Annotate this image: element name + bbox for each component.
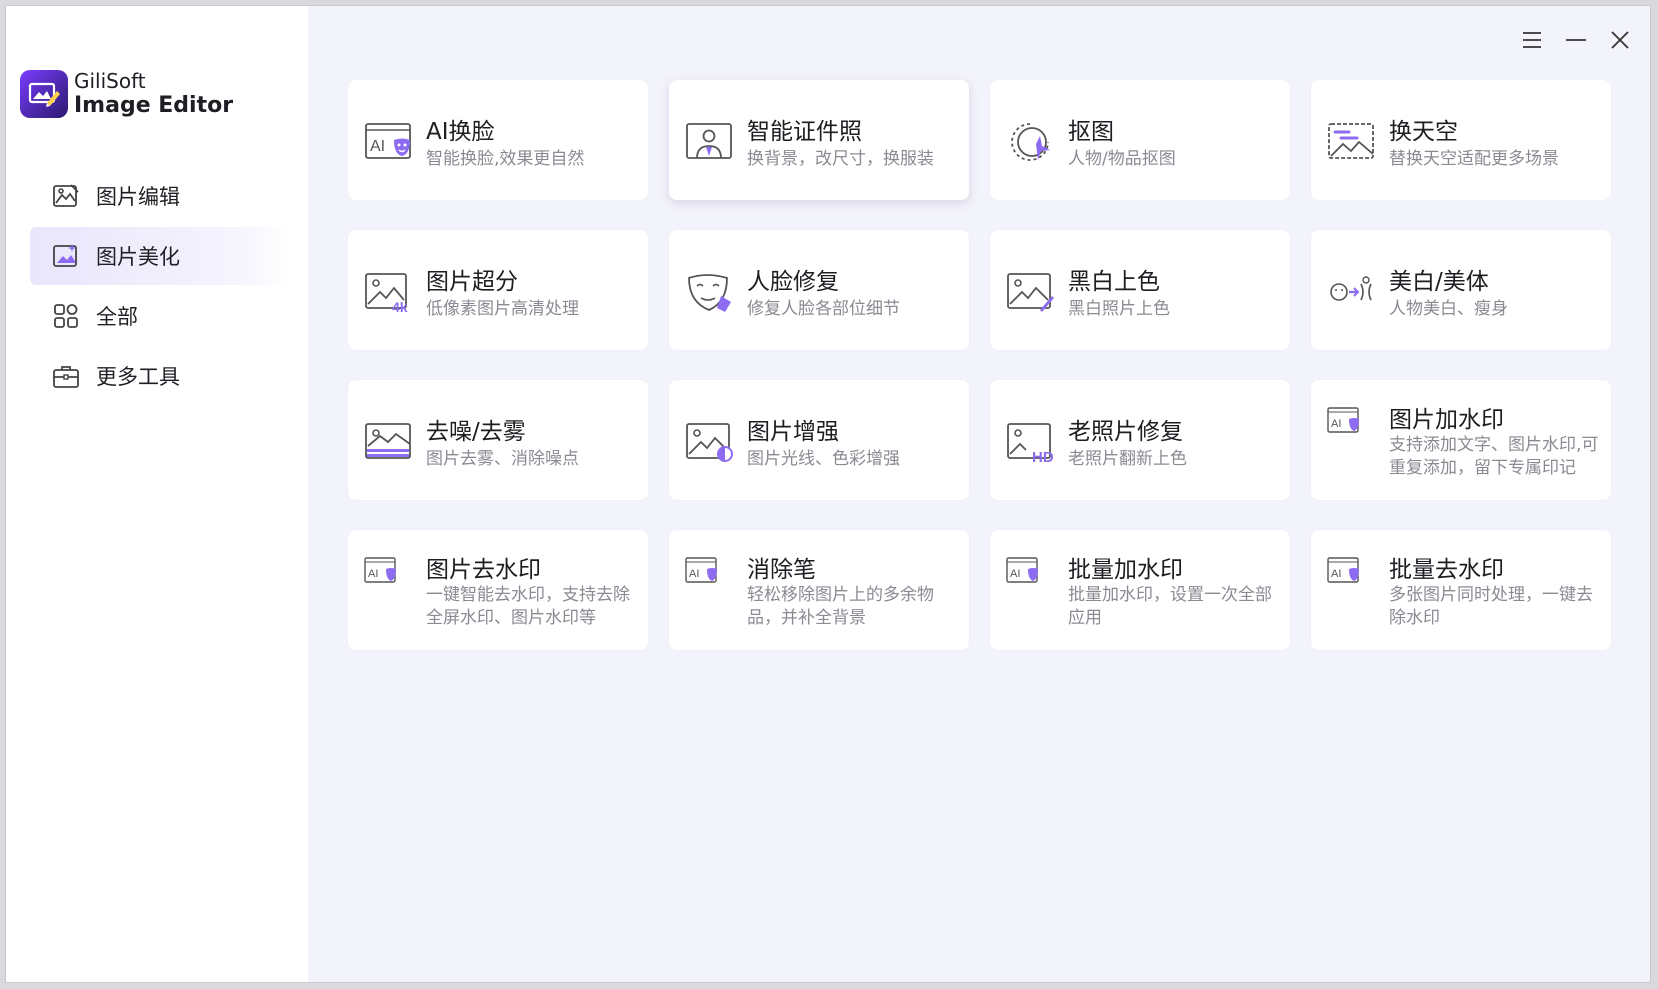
- brand: GiliSoft Image Editor: [20, 69, 234, 119]
- card-title: 换天空: [1389, 119, 1458, 145]
- tool-card-enhance[interactable]: 图片增强 图片光线、色彩增强: [669, 380, 969, 500]
- tool-card-add-watermark[interactable]: AI 图片加水印 支持添加文字、图片水印,可重复添加，留下专属印记: [1311, 380, 1611, 500]
- sky-replace-icon: [1328, 123, 1374, 159]
- card-title: 智能证件照: [747, 119, 862, 145]
- cutout-icon: [1011, 123, 1050, 161]
- svg-text:AI: AI: [689, 568, 699, 580]
- menu-icon[interactable]: [1520, 28, 1544, 52]
- tool-grid: AI AI换脸 智能换脸,效果更自然 智能证件照 换背景，改尺寸，换服装 抠图 …: [348, 80, 1611, 650]
- card-desc: 换背景，改尺寸，换服装: [747, 149, 934, 169]
- tool-card-beauty-body[interactable]: 美白/美体 人物美白、瘦身: [1311, 230, 1611, 350]
- id-photo-icon: [686, 123, 732, 159]
- minimize-icon[interactable]: [1564, 28, 1588, 52]
- card-title: 图片超分: [426, 269, 518, 295]
- denoise-icon: [365, 423, 411, 459]
- ai-watermark-icon: AI: [685, 557, 717, 583]
- tool-card-colorize[interactable]: 黑白上色 黑白照片上色: [990, 230, 1290, 350]
- svg-text:AI: AI: [370, 138, 385, 155]
- card-title: 图片加水印: [1389, 407, 1504, 433]
- card-desc: 人物美白、瘦身: [1389, 299, 1508, 319]
- sidebar-item-more-tools[interactable]: 更多工具: [30, 347, 290, 405]
- svg-text:4k: 4k: [392, 299, 408, 314]
- card-title: 图片去水印: [426, 557, 541, 583]
- svg-text:AI: AI: [1331, 568, 1341, 580]
- sidebar-item-image-beautify[interactable]: 图片美化: [30, 227, 290, 285]
- card-desc: 替换天空适配更多场景: [1389, 149, 1559, 169]
- card-title: 抠图: [1068, 119, 1114, 145]
- tool-card-face-repair[interactable]: 人脸修复 修复人脸各部位细节: [669, 230, 969, 350]
- card-desc: 智能换脸,效果更自然: [426, 149, 585, 169]
- svg-text:AI: AI: [1010, 568, 1020, 580]
- toolbox-icon: [53, 366, 79, 388]
- tool-card-cutout[interactable]: 抠图 人物/物品抠图: [990, 80, 1290, 200]
- card-title: 美白/美体: [1389, 269, 1489, 295]
- tool-card-sky-replace[interactable]: 换天空 替换天空适配更多场景: [1311, 80, 1611, 200]
- svg-text:AI: AI: [368, 568, 378, 580]
- sidebar-nav: 图片编辑 图片美化 全部 更多工具: [30, 167, 290, 407]
- svg-text:AI: AI: [1331, 418, 1341, 430]
- old-photo-hd-icon: HD: [1007, 423, 1054, 464]
- close-icon[interactable]: [1608, 28, 1632, 52]
- card-desc: 老照片翻新上色: [1068, 449, 1187, 469]
- image-edit-icon: [53, 184, 79, 207]
- card-title: AI换脸: [426, 119, 495, 145]
- card-desc: 黑白照片上色: [1068, 299, 1170, 319]
- card-desc: 一键智能去水印，支持去除全屏水印、图片水印等: [426, 585, 630, 628]
- card-desc: 人物/物品抠图: [1068, 149, 1176, 169]
- window-controls: [1520, 28, 1632, 52]
- card-title: 去噪/去雾: [426, 419, 526, 445]
- image-beautify-icon: [53, 244, 77, 267]
- card-desc: 支持添加文字、图片水印,可重复添加，留下专属印记: [1389, 435, 1599, 478]
- card-desc: 图片光线、色彩增强: [747, 449, 900, 469]
- app-logo-icon: [20, 70, 68, 119]
- enhance-icon: [686, 423, 733, 462]
- tool-card-id-photo[interactable]: 智能证件照 换背景，改尺寸，换服装: [669, 80, 969, 200]
- tool-card-ai-face-swap[interactable]: AI AI换脸 智能换脸,效果更自然: [348, 80, 648, 200]
- sidebar-item-label: 图片编辑: [96, 185, 180, 209]
- ai-watermark-icon: AI: [1006, 557, 1038, 583]
- sidebar-item-image-edit[interactable]: 图片编辑: [30, 167, 290, 225]
- tool-card-super-resolution[interactable]: 4k 图片超分 低像素图片高清处理: [348, 230, 648, 350]
- tool-card-batch-remove-watermark[interactable]: AI 批量去水印 多张图片同时处理，一键去除水印: [1311, 530, 1611, 650]
- svg-text:HD: HD: [1032, 449, 1054, 464]
- card-title: 批量加水印: [1068, 557, 1183, 583]
- card-desc: 多张图片同时处理，一键去除水印: [1389, 585, 1593, 628]
- colorize-icon: [1007, 273, 1054, 312]
- ai-face-swap-icon: AI: [365, 123, 411, 159]
- tool-card-eraser-pen[interactable]: AI 消除笔 轻松移除图片上的多余物品，并补全背景: [669, 530, 969, 650]
- card-desc: 批量加水印，设置一次全部应用: [1068, 585, 1272, 628]
- card-title: 消除笔: [747, 557, 816, 583]
- beauty-body-icon: [1330, 276, 1372, 301]
- card-desc: 低像素图片高清处理: [426, 299, 579, 319]
- tool-card-old-photo[interactable]: HD 老照片修复 老照片翻新上色: [990, 380, 1290, 500]
- card-title: 人脸修复: [747, 269, 839, 295]
- app-name-line2: Image Editor: [74, 93, 234, 118]
- sidebar: GiliSoft Image Editor 图片编辑 图片美化 全部 更多工具: [6, 6, 308, 982]
- tool-card-denoise[interactable]: 去噪/去雾 图片去雾、消除噪点: [348, 380, 648, 500]
- tool-card-batch-add-watermark[interactable]: AI 批量加水印 批量加水印，设置一次全部应用: [990, 530, 1290, 650]
- super-resolution-icon: 4k: [365, 273, 408, 314]
- ai-watermark-icon: AI: [1327, 557, 1359, 583]
- card-title: 图片增强: [747, 419, 839, 445]
- card-desc: 轻松移除图片上的多余物品，并补全背景: [747, 585, 934, 628]
- app-window: GiliSoft Image Editor 图片编辑 图片美化 全部 更多工具 …: [5, 5, 1651, 983]
- app-name-line1: GiliSoft: [74, 69, 146, 93]
- card-desc: 修复人脸各部位细节: [747, 299, 900, 319]
- sidebar-item-label: 图片美化: [96, 245, 180, 269]
- sidebar-item-label: 更多工具: [96, 365, 180, 389]
- ai-watermark-icon: AI: [364, 557, 396, 583]
- tool-card-remove-watermark[interactable]: AI 图片去水印 一键智能去水印，支持去除全屏水印、图片水印等: [348, 530, 648, 650]
- face-repair-icon: [688, 274, 731, 312]
- sidebar-item-label: 全部: [96, 305, 138, 329]
- card-title: 批量去水印: [1389, 557, 1504, 583]
- card-desc: 图片去雾、消除噪点: [426, 449, 579, 469]
- card-title: 老照片修复: [1068, 419, 1183, 445]
- ai-watermark-icon: AI: [1327, 407, 1359, 433]
- sidebar-item-all[interactable]: 全部: [30, 287, 290, 345]
- all-grid-icon: [54, 304, 78, 328]
- card-title: 黑白上色: [1068, 269, 1160, 295]
